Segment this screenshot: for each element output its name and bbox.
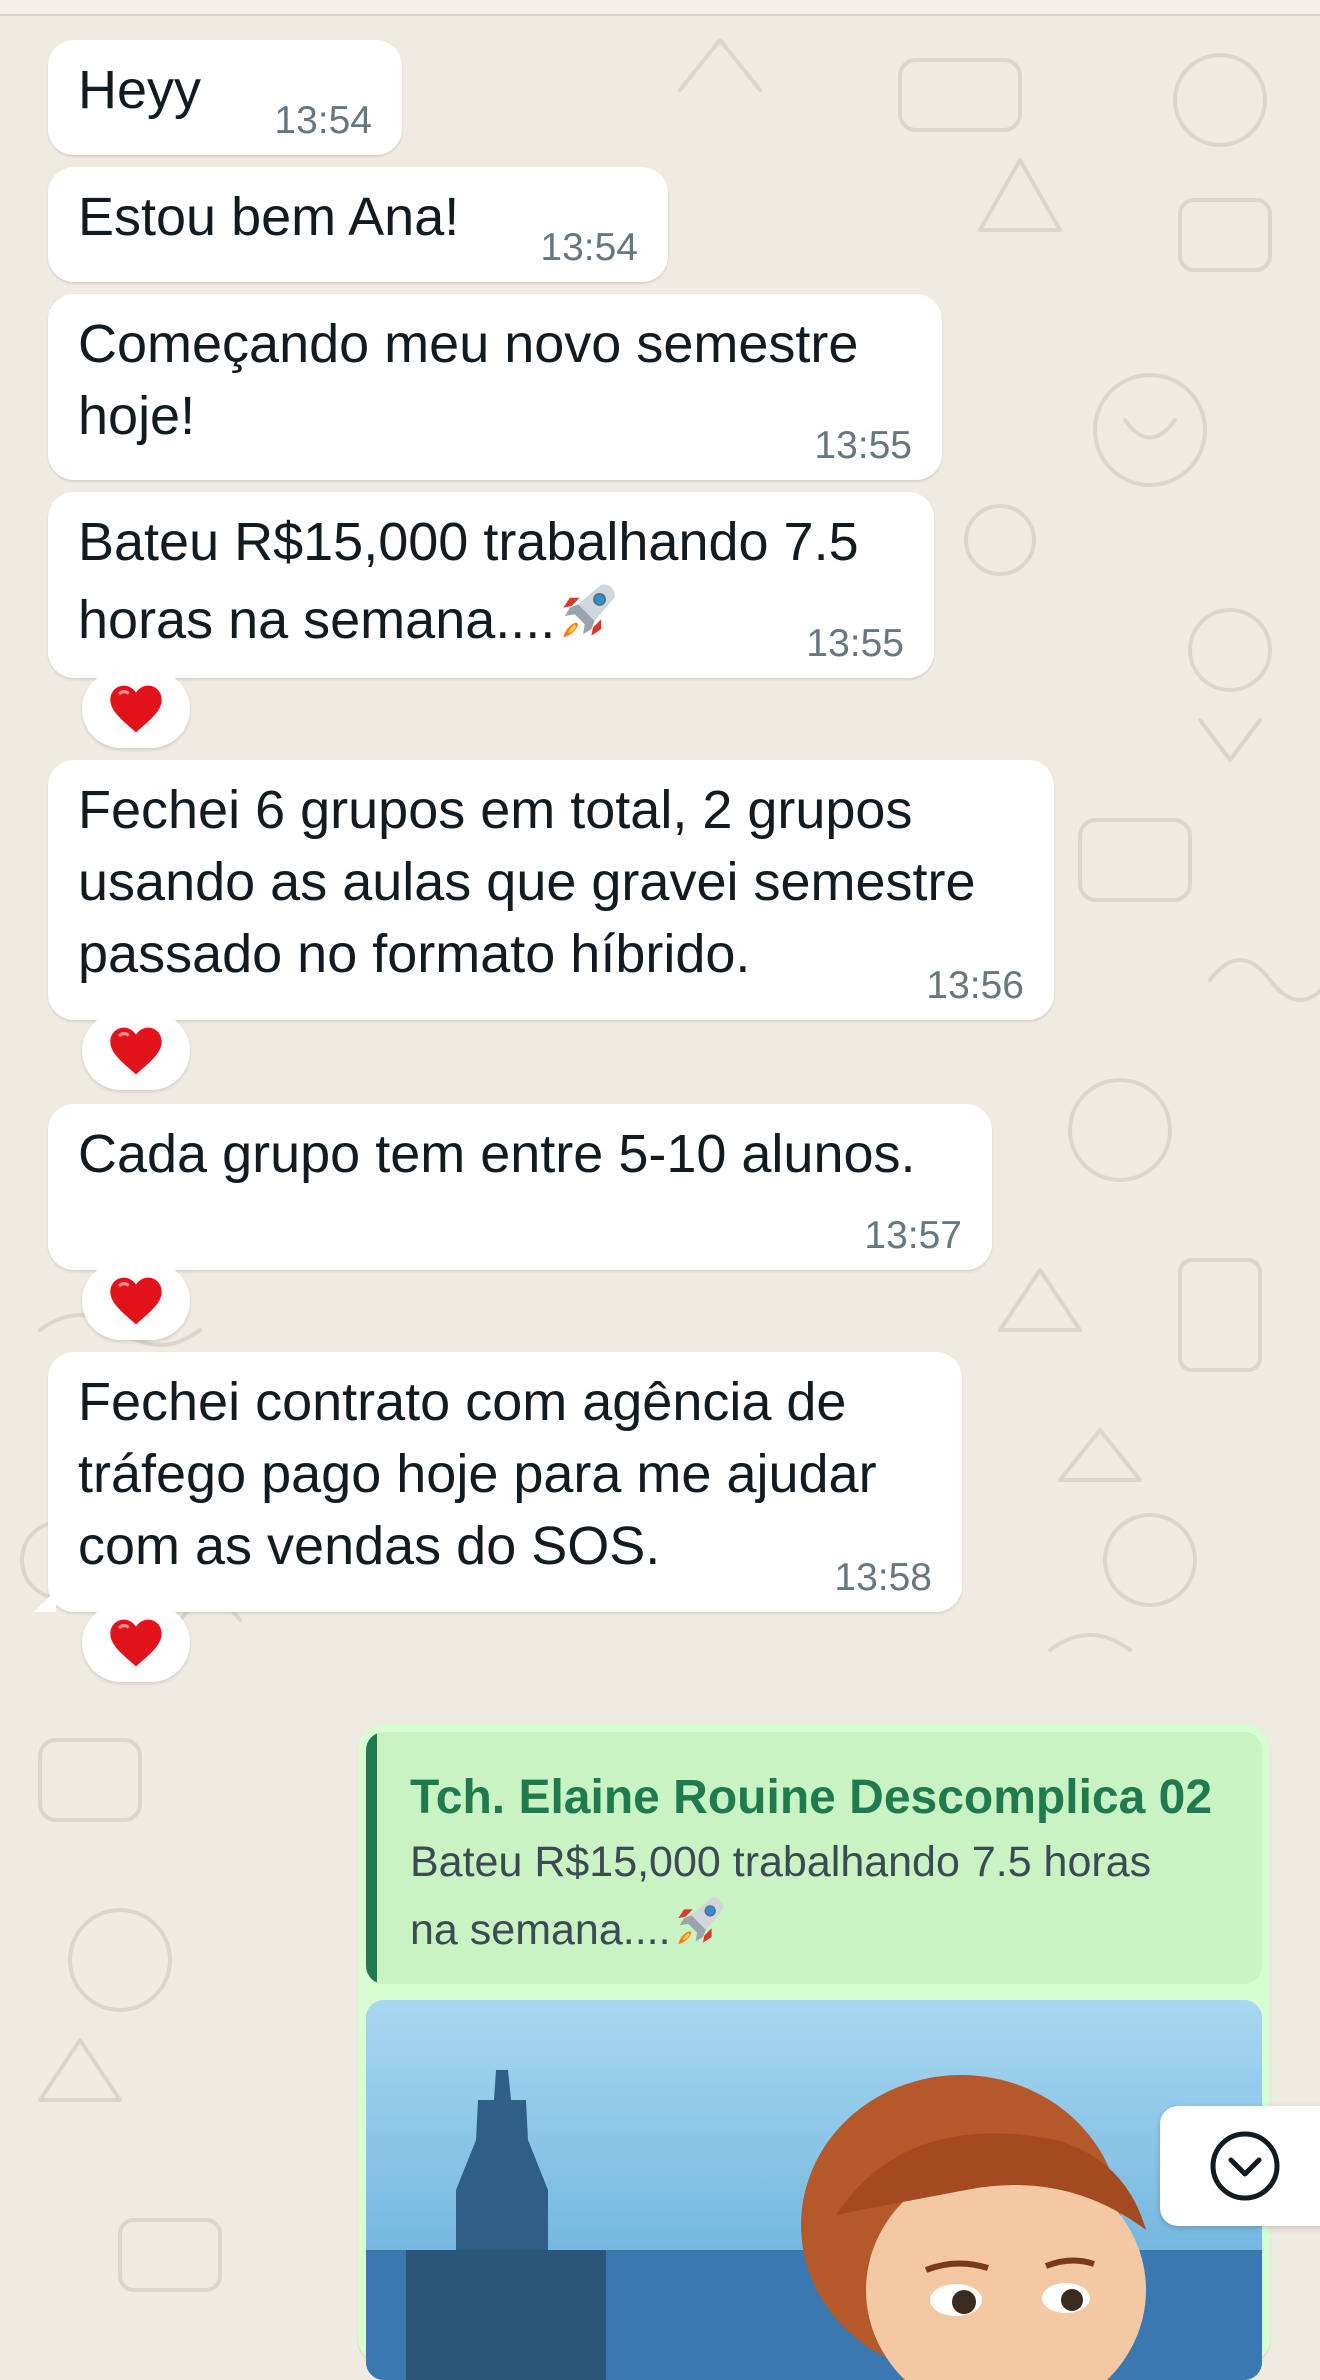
message-time: 13:58 bbox=[834, 1556, 932, 1599]
heart-icon bbox=[108, 1025, 164, 1077]
heart-icon bbox=[108, 1275, 164, 1327]
quote-text-wrap: Bateu R$15,000 trabalhando 7.5 horas na … bbox=[410, 1832, 1230, 1960]
message-text: Fechei 6 grupos em total, 2 grupos usand… bbox=[78, 780, 976, 984]
incoming-message[interactable]: Começando meu novo semestre hoje! 13:55 bbox=[48, 294, 942, 480]
incoming-message[interactable]: Bateu R$15,000 trabalhando 7.5 horas na … bbox=[48, 492, 934, 678]
message-text-content: Bateu R$15,000 trabalhando 7.5 horas na … bbox=[78, 512, 859, 650]
message-text: Fechei contrato com agência de tráfego p… bbox=[78, 1372, 877, 1576]
reaction-badge[interactable] bbox=[82, 1012, 190, 1090]
message-time: 13:57 bbox=[864, 1214, 962, 1257]
animated-sticker-image bbox=[366, 2000, 1262, 2380]
message-time: 13:56 bbox=[926, 964, 1024, 1007]
quoted-message[interactable]: Tch. Elaine Rouine Descomplica 02 Bateu … bbox=[366, 1732, 1262, 1984]
bubble-tail bbox=[34, 1590, 56, 1612]
header-edge bbox=[0, 0, 1320, 16]
message-text: Cada grupo tem entre 5-10 alunos. bbox=[78, 1124, 916, 1184]
quote-author: Tch. Elaine Rouine Descomplica 02 bbox=[410, 1771, 1213, 1824]
rocket-icon bbox=[555, 578, 621, 644]
incoming-message[interactable]: Fechei 6 grupos em total, 2 grupos usand… bbox=[48, 760, 1054, 1020]
reaction-badge[interactable] bbox=[82, 670, 190, 748]
quote-text: Bateu R$15,000 trabalhando 7.5 horas na … bbox=[410, 1838, 1152, 1954]
message-time: 13:54 bbox=[274, 99, 372, 142]
message-text: Começando meu novo semestre hoje! bbox=[78, 314, 859, 446]
rocket-icon bbox=[671, 1892, 729, 1950]
incoming-message[interactable]: Cada grupo tem entre 5-10 alunos. 13:57 bbox=[48, 1104, 992, 1270]
heart-icon bbox=[108, 1617, 164, 1669]
message-text: Bateu R$15,000 trabalhando 7.5 horas na … bbox=[78, 506, 904, 656]
message-time: 13:54 bbox=[540, 226, 638, 269]
incoming-message[interactable]: Heyy 13:54 bbox=[48, 40, 402, 155]
message-time: 13:55 bbox=[806, 622, 904, 665]
scroll-to-bottom-button[interactable] bbox=[1160, 2106, 1320, 2226]
media-image[interactable] bbox=[366, 2000, 1262, 2380]
chevron-down-circle-icon bbox=[1210, 2131, 1280, 2201]
outgoing-message[interactable]: Tch. Elaine Rouine Descomplica 02 Bateu … bbox=[358, 1724, 1270, 2380]
reaction-badge[interactable] bbox=[82, 1262, 190, 1340]
heart-icon bbox=[108, 683, 164, 735]
incoming-message[interactable]: Fechei contrato com agência de tráfego p… bbox=[34, 1352, 962, 1612]
incoming-message[interactable]: Estou bem Ana! 13:54 bbox=[48, 167, 668, 282]
quote-accent-bar bbox=[366, 1732, 377, 1984]
reaction-badge[interactable] bbox=[82, 1604, 190, 1682]
message-time: 13:55 bbox=[814, 424, 912, 467]
